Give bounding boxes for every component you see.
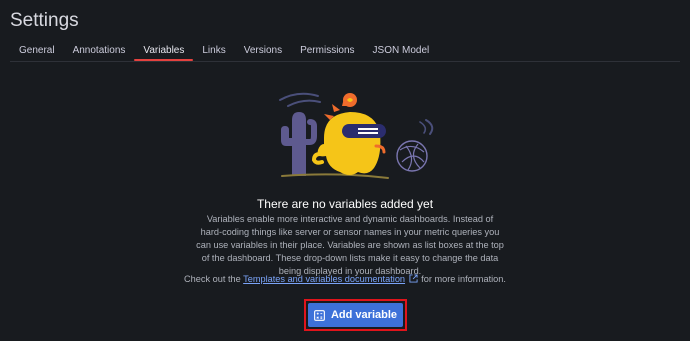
external-link-icon	[409, 274, 418, 283]
tab-variables[interactable]: Variables	[134, 40, 194, 61]
add-variable-label: Add variable	[330, 309, 398, 321]
settings-tabs: General Annotations Variables Links Vers…	[10, 40, 680, 62]
checkout-suffix: for more information.	[421, 274, 506, 284]
tab-versions[interactable]: Versions	[235, 40, 291, 60]
checkout-prefix: Check out the	[184, 274, 241, 284]
tab-json-model[interactable]: JSON Model	[364, 40, 439, 60]
tab-permissions[interactable]: Permissions	[291, 40, 363, 60]
tab-general[interactable]: General	[10, 40, 64, 60]
tab-links[interactable]: Links	[193, 40, 234, 60]
add-variable-button[interactable]: Add variable	[308, 303, 403, 327]
calculator-icon	[314, 309, 325, 321]
templates-documentation-link[interactable]: Templates and variables documentation	[243, 274, 405, 284]
tab-annotations[interactable]: Annotations	[64, 40, 135, 60]
page-title: Settings	[10, 10, 79, 31]
dinosaur-illustration	[279, 92, 434, 179]
empty-state-description: Variables enable more interactive and dy…	[196, 214, 504, 276]
empty-state-heading: There are no variables added yet	[256, 197, 434, 211]
documentation-line: Check out the Templates and variables do…	[0, 274, 690, 284]
add-variable-highlight: Add variable	[304, 299, 407, 331]
